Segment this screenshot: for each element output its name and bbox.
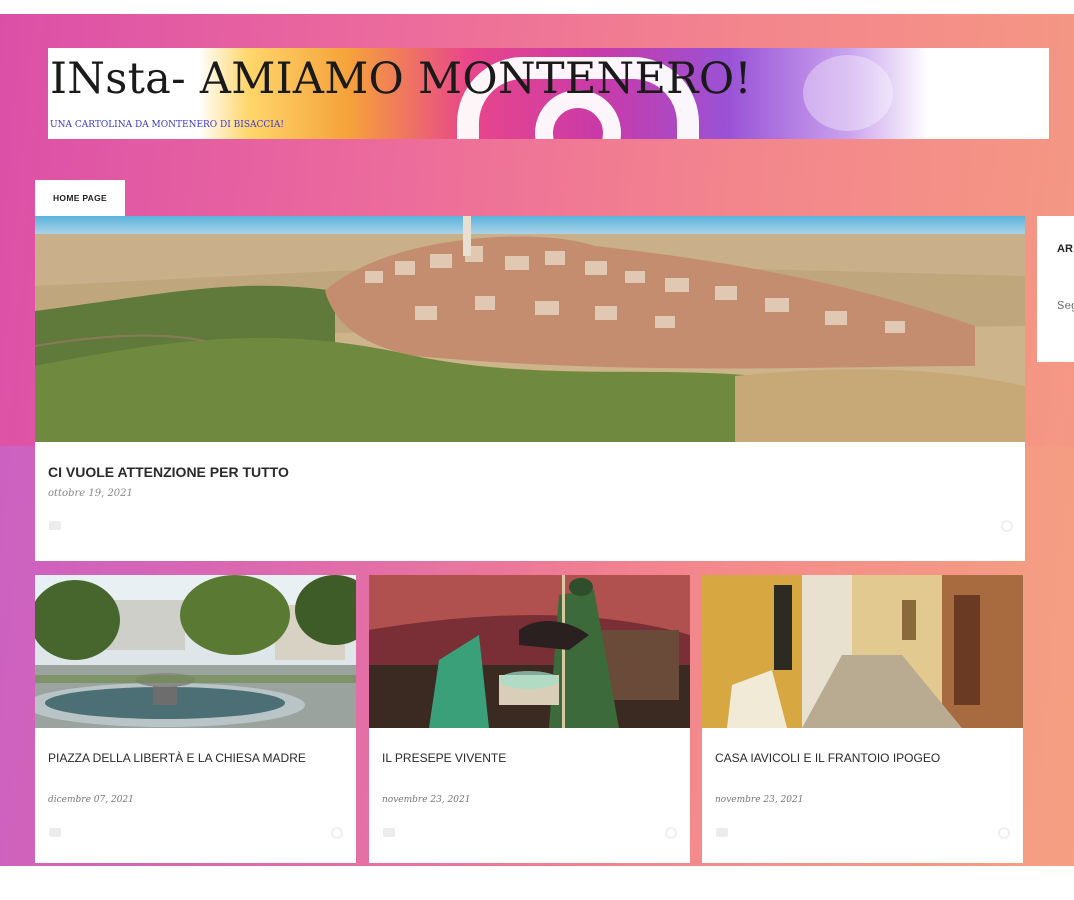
sidebar-text: Seg — [1057, 299, 1074, 312]
post-date: novembre 23, 2021 — [382, 795, 471, 805]
comment-icon[interactable] — [49, 521, 61, 530]
featured-post-card[interactable] — [35, 216, 1025, 561]
post-card[interactable] — [369, 575, 690, 863]
share-icon[interactable] — [331, 827, 343, 839]
post-image-street[interactable] — [702, 575, 1023, 728]
tab-home-page[interactable]: HOME PAGE — [35, 180, 125, 216]
post-title[interactable]: IL PRESEPE VIVENTE — [382, 751, 506, 765]
blog-title[interactable]: INsta- AMIAMO MONTENERO! — [50, 54, 752, 104]
comment-icon[interactable] — [49, 828, 61, 837]
blog-description: UNA CARTOLINA DA MONTENERO DI BISACCIA! — [50, 120, 284, 130]
share-icon[interactable] — [1001, 520, 1013, 532]
post-card[interactable] — [35, 575, 356, 863]
post-title[interactable]: PIAZZA DELLA LIBERTÀ E LA CHIESA MADRE — [48, 751, 306, 765]
share-icon[interactable] — [665, 827, 677, 839]
featured-post-image[interactable] — [35, 216, 1025, 442]
sidebar-heading: AR — [1057, 243, 1073, 255]
post-date: dicembre 07, 2021 — [48, 795, 134, 805]
post-card[interactable] — [702, 575, 1023, 863]
sidebar-widget: AR Seg — [1037, 216, 1074, 362]
featured-post-title[interactable]: CI VUOLE ATTENZIONE PER TUTTO — [48, 464, 289, 480]
post-date: novembre 23, 2021 — [715, 795, 804, 805]
post-image-fountain[interactable] — [35, 575, 356, 728]
comment-icon[interactable] — [383, 828, 395, 837]
comment-icon[interactable] — [716, 828, 728, 837]
share-icon[interactable] — [998, 827, 1010, 839]
featured-post-date: ottobre 19, 2021 — [48, 488, 133, 499]
blog-header[interactable]: INsta- AMIAMO MONTENERO! UNA CARTOLINA D… — [48, 48, 1049, 139]
post-image-nativity[interactable] — [369, 575, 690, 728]
post-title[interactable]: CASA IAVICOLI E IL FRANTOIO IPOGEO — [715, 751, 940, 765]
